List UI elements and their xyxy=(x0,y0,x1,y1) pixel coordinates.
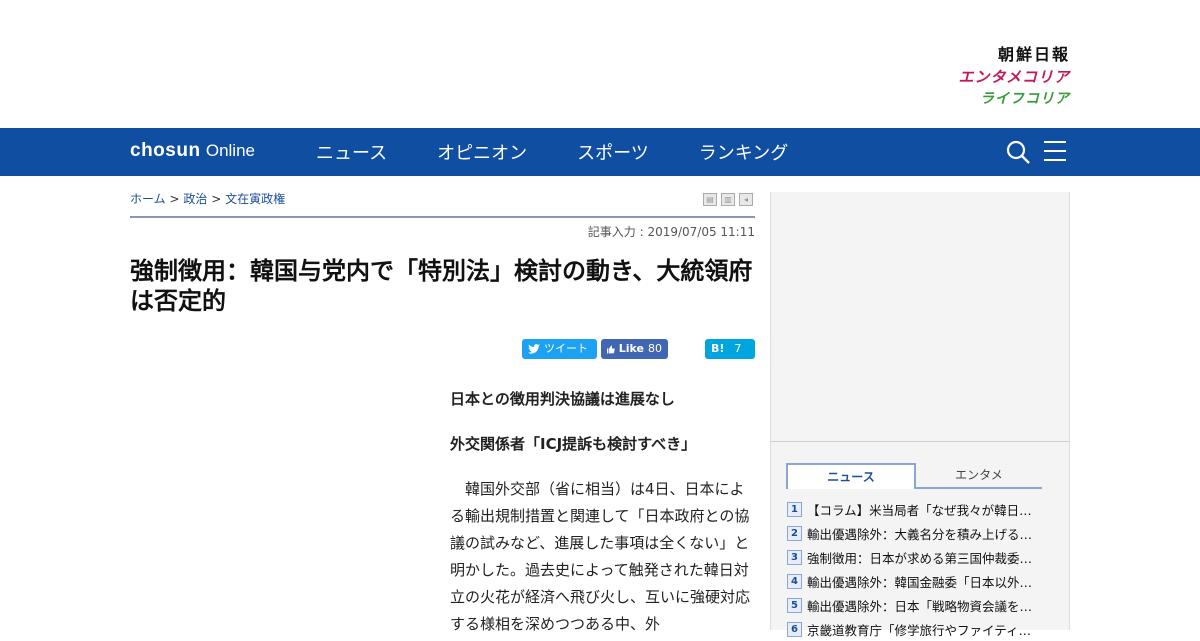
tab-news[interactable]: ニュース xyxy=(786,463,916,489)
rank-title: 輸出優遇除外：日本「戦略物資会議を… xyxy=(807,598,1033,614)
article-tools: ▤ ▥ ◂ xyxy=(703,193,753,206)
hatena-bookmark-button[interactable]: B! 7 xyxy=(705,339,755,359)
ranking-item[interactable]: 2 輸出優遇除外：大義名分を積み上げる… xyxy=(787,521,1059,545)
brand-chosun-ilbo[interactable]: 朝鮮日報 xyxy=(958,44,1070,66)
tweet-label: ツイート xyxy=(544,342,588,355)
breadcrumb-sep: > xyxy=(211,192,222,206)
ranking-item[interactable]: 1 【コラム】米当局者「なぜ我々が韓日… xyxy=(787,497,1059,521)
back-icon[interactable]: ◂ xyxy=(739,193,753,206)
thumbs-up-icon xyxy=(607,345,615,353)
ranking-item[interactable]: 5 輸出優遇除外：日本「戦略物資会議を… xyxy=(787,593,1059,617)
nav-ranking[interactable]: ランキング xyxy=(699,139,788,165)
like-label: Like xyxy=(618,342,644,355)
article-subhead-2: 外交関係者「ICJ提訴も検討すべき」 xyxy=(450,435,697,453)
rank-number: 5 xyxy=(787,597,802,613)
rank-title: 京畿道教育庁「修学旅行やファイティ… xyxy=(807,622,1032,638)
hatena-label: B! xyxy=(711,342,725,355)
ranking-list: 1 【コラム】米当局者「なぜ我々が韓日… 2 輸出優遇除外：大義名分を積み上げる… … xyxy=(787,497,1059,641)
breadcrumb-sep: > xyxy=(169,192,180,206)
article-date: 記事入力 : 2019/07/05 11:11 xyxy=(587,225,755,239)
article-body: 日本との徴用判決協議は進展なし 外交関係者「ICJ提訴も検討すべき」 韓国外交部… xyxy=(450,386,755,638)
print-icon[interactable]: ▤ xyxy=(703,193,717,206)
nav-sports[interactable]: スポーツ xyxy=(577,139,649,165)
like-button[interactable]: Like 80 xyxy=(601,339,668,359)
twitter-icon xyxy=(528,344,540,354)
rank-title: 【コラム】米当局者「なぜ我々が韓日… xyxy=(807,502,1032,518)
nav-opinion[interactable]: オピニオン xyxy=(437,139,527,165)
rank-number: 4 xyxy=(787,573,802,589)
brand-entame-korea[interactable]: エンタメコリア xyxy=(958,66,1070,88)
article-headline: 強制徴用：韓国与党内で「特別法」検討の動き、大統領府は否定的 xyxy=(130,257,753,315)
ranking-item[interactable]: 3 強制徴用：日本が求める第三国仲裁委… xyxy=(787,545,1059,569)
rank-title: 輸出優遇除外：大義名分を積み上げる… xyxy=(807,526,1033,542)
logo-light: Online xyxy=(205,141,255,160)
ranking-tabs: ニュース エンタメ xyxy=(786,463,1042,489)
breadcrumb-moon-govt[interactable]: 文在寅政権 xyxy=(225,192,285,206)
breadcrumb-politics[interactable]: 政治 xyxy=(183,192,207,206)
nav-news[interactable]: ニュース xyxy=(316,139,387,165)
sidebar: ニュース エンタメ 1 【コラム】米当局者「なぜ我々が韓日… 2 輸出優遇除外：大義… xyxy=(770,192,1070,638)
breadcrumb: ホーム > 政治 > 文在寅政権 xyxy=(130,190,285,207)
site-logo[interactable]: chosun Online xyxy=(130,140,255,162)
brand-life-korea[interactable]: ライフコリア xyxy=(958,88,1070,110)
tweet-button[interactable]: ツイート xyxy=(522,339,597,359)
ranking-item[interactable]: 6 京畿道教育庁「修学旅行やファイティ… xyxy=(787,617,1059,641)
rank-number: 3 xyxy=(787,549,802,565)
text-size-icon[interactable]: ▥ xyxy=(721,193,735,206)
ranking-item[interactable]: 4 輸出優遇除外：韓国金融委「日本以外… xyxy=(787,569,1059,593)
header-rule xyxy=(130,216,755,218)
like-count: 80 xyxy=(648,342,662,355)
logo-bold: chosun xyxy=(130,140,201,161)
rank-title: 強制徴用：日本が求める第三国仲裁委… xyxy=(807,550,1033,566)
ad-slot xyxy=(771,192,1069,442)
tab-entame[interactable]: エンタメ xyxy=(916,463,1042,489)
rank-number: 6 xyxy=(787,621,802,637)
search-icon[interactable] xyxy=(1006,140,1030,164)
brand-links: 朝鮮日報 エンタメコリア ライフコリア xyxy=(958,44,1070,110)
article-paragraph: 韓国外交部（省に相当）は4日、日本による輸出規制措置と関連して「日本政府との協議… xyxy=(450,480,751,633)
rank-number: 1 xyxy=(787,501,802,517)
rank-title: 輸出優遇除外：韓国金融委「日本以外… xyxy=(807,574,1033,590)
article-subhead-1: 日本との徴用判決協議は進展なし xyxy=(450,390,675,408)
hatena-count: 7 xyxy=(734,342,742,355)
menu-icon[interactable] xyxy=(1044,141,1066,163)
breadcrumb-home[interactable]: ホーム xyxy=(130,192,166,206)
header: 朝鮮日報 エンタメコリア ライフコリア xyxy=(0,0,1200,128)
rank-number: 2 xyxy=(787,525,802,541)
